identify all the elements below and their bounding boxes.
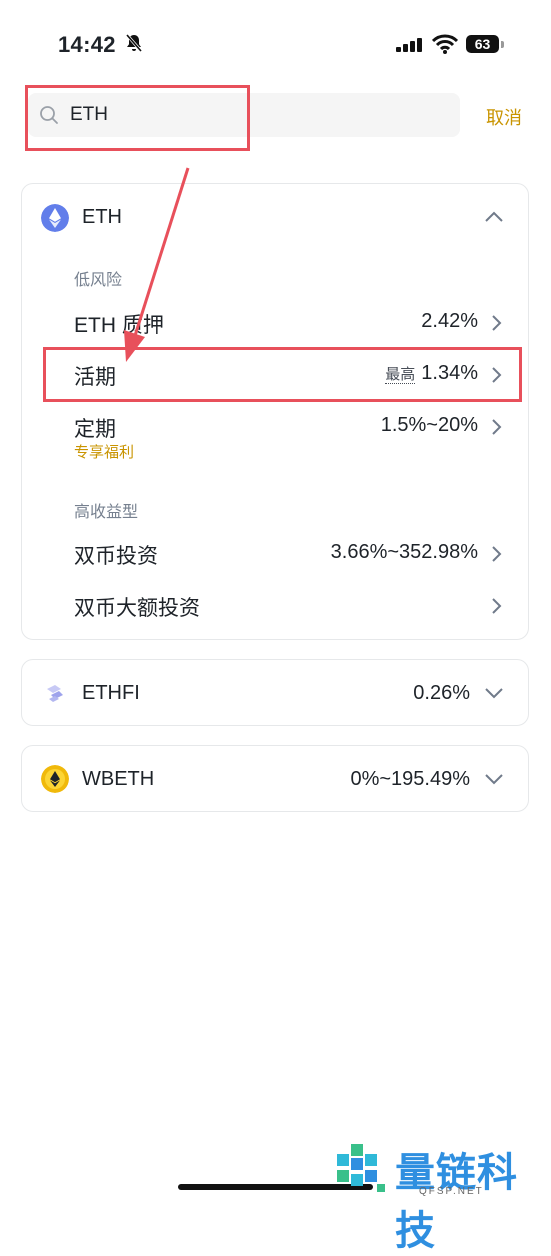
wifi-icon — [432, 34, 458, 54]
eth-coin-icon — [41, 204, 69, 232]
exclusive-benefit-tag: 专享福利 — [74, 444, 135, 461]
battery-tip — [501, 41, 504, 48]
coin-name: WBETH — [82, 768, 155, 790]
row-rate: 2.42% — [421, 310, 478, 332]
product-row-fixed[interactable]: 定期 专享福利 1.5%~20% — [22, 405, 530, 467]
row-label: 双币投资 — [74, 545, 158, 568]
cancel-button[interactable]: 取消 — [486, 104, 522, 130]
product-row-dual-investment-large[interactable]: 双币大额投资 — [22, 584, 530, 628]
row-label: ETH 质押 — [74, 314, 164, 337]
coin-rate: 0%~195.49% — [350, 768, 470, 790]
highlight-box-flexible — [43, 347, 522, 402]
watermark-domain: QFSP.NET — [419, 1186, 484, 1197]
section-label-high-yield: 高收益型 — [74, 504, 139, 521]
chevron-right-icon — [492, 598, 502, 614]
ethfi-coin-icon — [47, 685, 63, 702]
chevron-right-icon — [492, 546, 502, 562]
row-label: 双币大额投资 — [74, 597, 200, 620]
row-label: 定期 — [74, 418, 116, 441]
coin-card-wbeth[interactable]: WBETH 0%~195.49% — [21, 745, 529, 812]
watermark-mosaic-icon — [337, 1144, 385, 1192]
row-rate: 1.5%~20% — [380, 414, 478, 436]
coin-card-eth: ETH 低风险 ETH 质押 2.42% 活期 最高 1.34% 定期 专享福利 … — [21, 183, 529, 640]
product-row-eth-staking[interactable]: ETH 质押 2.42% — [22, 301, 530, 345]
status-bar: 14:42 63 — [0, 0, 551, 90]
bell-muted-icon — [125, 34, 143, 52]
chevron-down-icon[interactable] — [484, 686, 504, 700]
highlight-box-search — [25, 85, 250, 151]
watermark-text: 量链科技 — [395, 1151, 518, 1253]
coin-name: ETH — [82, 206, 122, 228]
section-label-low-risk: 低风险 — [74, 272, 123, 289]
product-row-dual-investment[interactable]: 双币投资 3.66%~352.98% — [22, 532, 530, 576]
wbeth-coin-icon — [41, 765, 69, 793]
chevron-down-icon[interactable] — [484, 772, 504, 786]
coin-name: ETHFI — [82, 682, 140, 704]
chevron-right-icon — [492, 315, 502, 331]
row-rate: 3.66%~352.98% — [330, 541, 478, 563]
coin-rate: 0.26% — [413, 682, 470, 704]
chevron-right-icon — [492, 419, 502, 435]
signal-icon — [396, 38, 422, 52]
status-time: 14:42 — [58, 32, 116, 57]
battery-icon: 63 — [466, 35, 499, 53]
chevron-up-icon[interactable] — [484, 210, 504, 224]
watermark-logo: 量链科技 QFSP.NET — [333, 1138, 551, 1253]
coin-card-ethfi[interactable]: ETHFI 0.26% — [21, 659, 529, 726]
